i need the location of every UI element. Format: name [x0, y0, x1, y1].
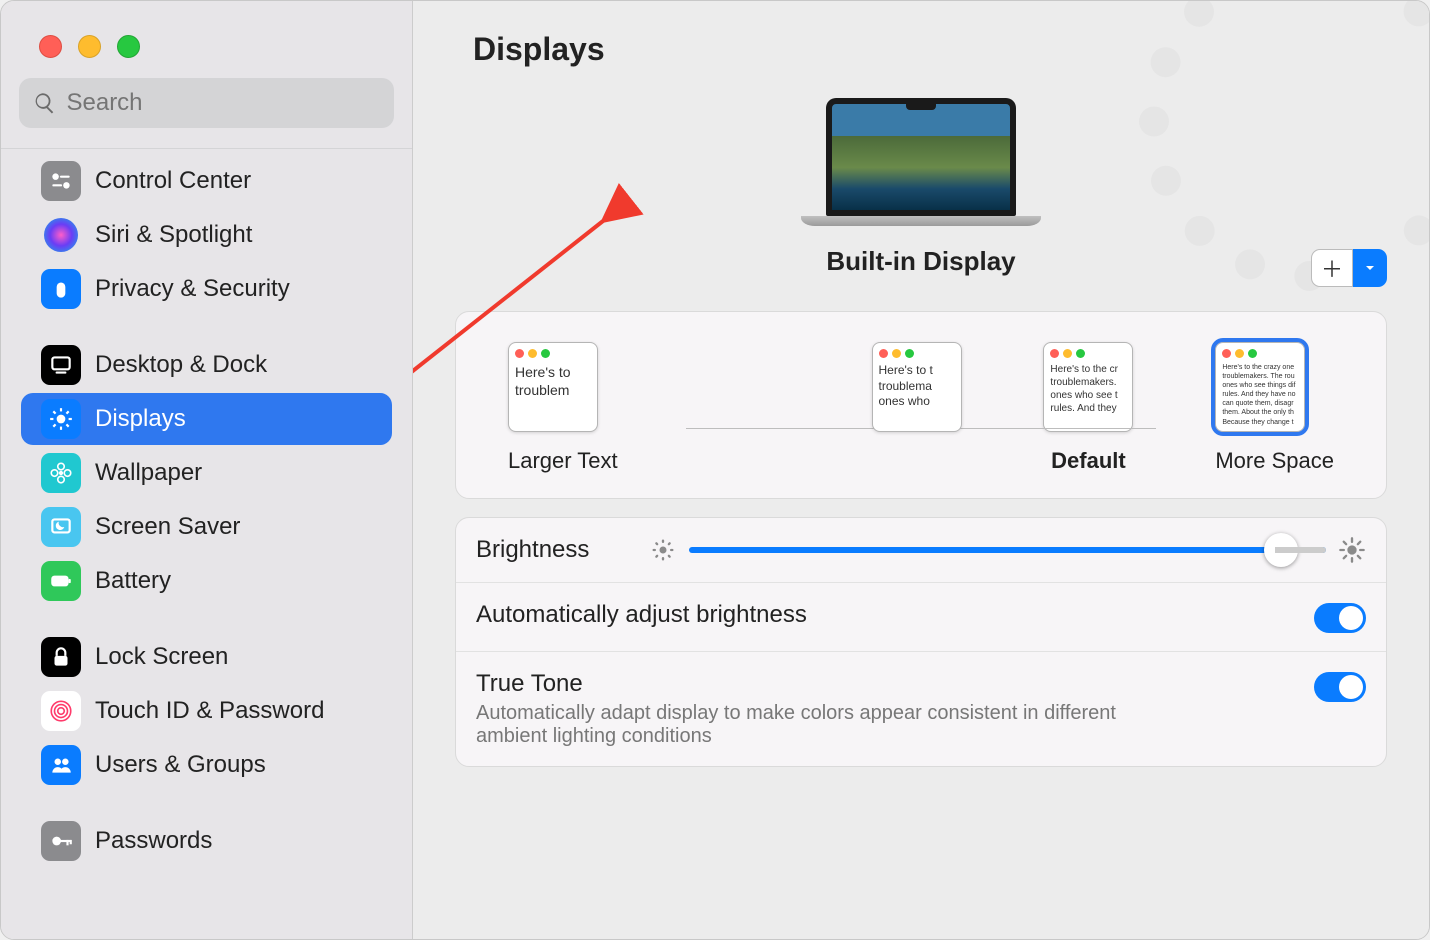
resolution-panel: Here's to troublem Larger Text Here's to… [455, 311, 1387, 499]
desktop-dock-icon [41, 345, 81, 385]
search-input[interactable] [66, 89, 380, 117]
sidebar-item-touch-id[interactable]: Touch ID & Password [21, 685, 392, 737]
res-preview-text: Here's to troublem [509, 361, 597, 401]
privacy-icon [41, 269, 81, 309]
window-controls [1, 1, 412, 58]
brightness-label: Brightness [476, 536, 589, 564]
sidebar-item-siri-spotlight[interactable]: Siri & Spotlight [21, 209, 392, 261]
sidebar-item-label: Displays [95, 405, 186, 433]
add-display-button[interactable]: ＋ [1311, 249, 1353, 287]
add-display-dropdown[interactable] [1353, 249, 1387, 287]
sun-high-icon [1338, 536, 1366, 564]
sidebar-list: Control Center Siri & Spotlight Privacy … [1, 148, 412, 939]
wallpaper-icon [41, 453, 81, 493]
resolution-option-default[interactable]: Here's to the cr troublemakers. ones who… [1043, 342, 1133, 474]
sidebar-item-label: Desktop & Dock [95, 351, 267, 379]
sidebar: Control Center Siri & Spotlight Privacy … [1, 1, 413, 939]
sidebar-item-passwords[interactable]: Passwords [21, 815, 392, 867]
sidebar-item-label: Touch ID & Password [95, 697, 324, 725]
content-header: Displays [413, 1, 1429, 78]
sun-low-icon [649, 536, 677, 564]
sidebar-item-label: Wallpaper [95, 459, 202, 487]
sidebar-item-displays[interactable]: Displays [21, 393, 392, 445]
res-preview-text: Here's to the crazy one troublemakers. T… [1216, 361, 1304, 429]
true-tone-label: True Tone [476, 670, 1156, 698]
display-name-label: Built-in Display [413, 246, 1429, 277]
search-icon [33, 90, 56, 116]
settings-panel: Brightness Automatically adjust brightne… [455, 517, 1387, 767]
sidebar-item-label: Control Center [95, 167, 251, 195]
sidebar-item-label: Screen Saver [95, 513, 240, 541]
sidebar-item-desktop-dock[interactable]: Desktop & Dock [21, 339, 392, 391]
setting-row-auto-brightness: Automatically adjust brightness [456, 582, 1386, 651]
sidebar-item-label: Siri & Spotlight [95, 221, 252, 249]
screen-saver-icon [41, 507, 81, 547]
sidebar-item-label: Lock Screen [95, 643, 228, 671]
plus-icon: ＋ [1321, 252, 1343, 284]
content-pane: Displays Built-in Display ＋ H [413, 1, 1429, 939]
control-center-icon [41, 161, 81, 201]
resolution-option-2-visible[interactable]: Here's to t troublema ones who [872, 342, 962, 474]
resolution-label: Larger Text [508, 448, 618, 474]
passwords-icon [41, 821, 81, 861]
setting-row-brightness: Brightness [456, 518, 1386, 582]
page-title: Displays [473, 31, 1369, 68]
setting-row-true-tone: True Tone Automatically adapt display to… [456, 651, 1386, 766]
sidebar-item-lock-screen[interactable]: Lock Screen [21, 631, 392, 683]
search-field[interactable] [19, 78, 394, 128]
siri-icon [44, 218, 78, 252]
resolution-label: More Space [1215, 448, 1334, 474]
sidebar-item-battery[interactable]: Battery [21, 555, 392, 607]
brightness-track[interactable] [689, 547, 1326, 553]
sidebar-item-users-groups[interactable]: Users & Groups [21, 739, 392, 791]
auto-brightness-label: Automatically adjust brightness [476, 601, 807, 629]
sidebar-item-label: Privacy & Security [95, 275, 290, 303]
chevron-down-icon [1362, 260, 1378, 276]
sidebar-item-wallpaper[interactable]: Wallpaper [21, 447, 392, 499]
sidebar-item-control-center[interactable]: Control Center [21, 155, 392, 207]
laptop-thumbnail [801, 98, 1041, 226]
res-preview-text: Here's to t troublema ones who [873, 361, 961, 412]
close-window[interactable] [39, 35, 62, 58]
resolution-label: Default [1043, 448, 1133, 474]
battery-icon [41, 561, 81, 601]
true-tone-description: Automatically adapt display to make colo… [476, 702, 1156, 748]
res-preview-text: Here's to the cr troublemakers. ones who… [1044, 361, 1132, 417]
displays-icon [41, 399, 81, 439]
lock-icon [41, 637, 81, 677]
true-tone-toggle[interactable] [1314, 672, 1366, 702]
resolution-option-2[interactable]: Here's to t troublema ones who [700, 342, 790, 474]
sidebar-item-label: Users & Groups [95, 751, 266, 779]
resolution-option-larger[interactable]: Here's to troublem Larger Text [508, 342, 618, 474]
brightness-slider[interactable] [649, 536, 1366, 564]
display-hero: Built-in Display ＋ [413, 78, 1429, 301]
fullscreen-window[interactable] [117, 35, 140, 58]
brightness-knob[interactable] [1264, 533, 1298, 567]
touch-id-icon [41, 691, 81, 731]
sidebar-item-screen-saver[interactable]: Screen Saver [21, 501, 392, 553]
minimize-window[interactable] [78, 35, 101, 58]
sidebar-item-label: Battery [95, 567, 171, 595]
auto-brightness-toggle[interactable] [1314, 603, 1366, 633]
resolution-option-more-space[interactable]: Here's to the crazy one troublemakers. T… [1215, 342, 1334, 474]
sidebar-item-privacy-security[interactable]: Privacy & Security [21, 263, 392, 315]
users-groups-icon [41, 745, 81, 785]
sidebar-item-label: Passwords [95, 827, 212, 855]
